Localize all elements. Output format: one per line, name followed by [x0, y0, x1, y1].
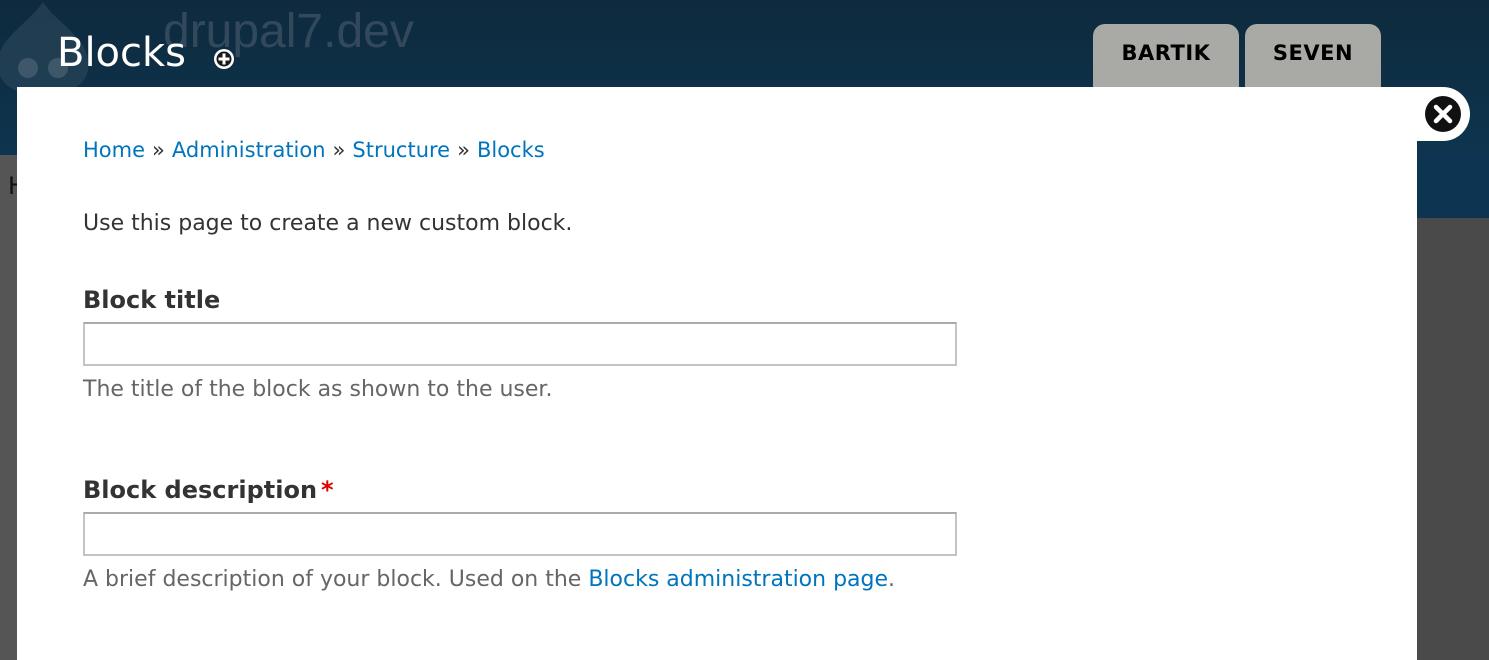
block-description-label-text: Block description — [83, 476, 318, 504]
tab-seven[interactable]: SEVEN — [1245, 24, 1381, 90]
site-name[interactable]: drupal7.dev — [163, 4, 414, 59]
breadcrumb-link-structure[interactable]: Structure — [352, 138, 450, 162]
breadcrumb-separator: » — [332, 138, 346, 162]
tab-label: SEVEN — [1272, 41, 1354, 65]
blocks-administration-link[interactable]: Blocks administration page — [588, 567, 888, 592]
block-description-input[interactable] — [83, 512, 957, 556]
required-marker: * — [321, 476, 334, 504]
block-title-input[interactable] — [83, 322, 957, 366]
breadcrumb-link-administration[interactable]: Administration — [172, 138, 326, 162]
block-description-label: Block description * — [83, 476, 334, 504]
plus-circle-icon[interactable] — [212, 47, 236, 71]
breadcrumb-separator: » — [457, 138, 470, 162]
block-description-help-prefix: A brief description of your block. Used … — [83, 567, 589, 592]
close-circle-icon — [1425, 96, 1461, 132]
breadcrumb-link-blocks[interactable]: Blocks — [477, 138, 545, 162]
block-title-label: Block title — [83, 286, 220, 314]
tab-label: BARTIK — [1121, 41, 1211, 65]
close-overlay-button[interactable] — [1416, 87, 1470, 141]
block-description-help-suffix: . — [888, 567, 896, 592]
breadcrumb-link-home[interactable]: Home — [83, 138, 145, 162]
block-title-help: The title of the block as shown to the u… — [83, 377, 553, 402]
breadcrumb-separator: » — [152, 138, 165, 162]
page-left-edge — [0, 155, 17, 660]
intro-text: Use this page to create a new custom blo… — [83, 211, 573, 236]
block-description-help: A brief description of your block. Used … — [83, 567, 895, 592]
page-title: Blocks — [57, 30, 187, 76]
breadcrumb: Home» Administration» Structure» Blocks — [83, 138, 545, 162]
block-title-label-text: Block title — [83, 286, 221, 314]
tab-bartik[interactable]: BARTIK — [1093, 24, 1239, 90]
